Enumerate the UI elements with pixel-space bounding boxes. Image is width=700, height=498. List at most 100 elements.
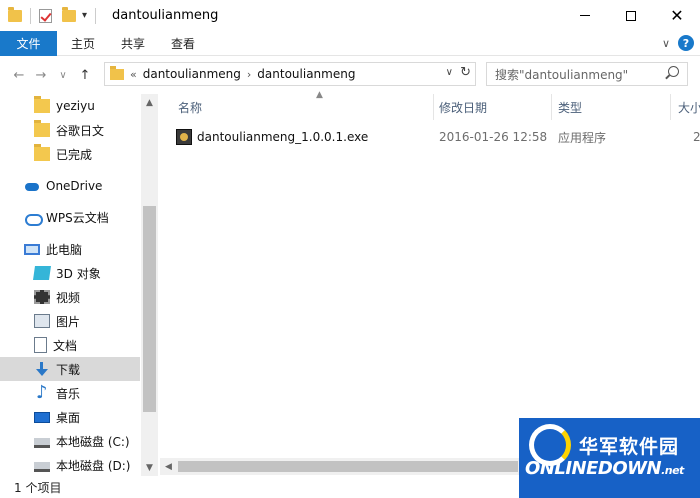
- breadcrumb-item[interactable]: dantoulianmeng: [143, 67, 241, 81]
- sidebar-item[interactable]: 图片: [0, 309, 140, 333]
- sidebar-item-label: 谷歌日文: [56, 123, 105, 138]
- title-bar: ▾ dantoulianmeng ✕: [0, 0, 700, 31]
- sidebar-item[interactable]: 此电脑: [0, 237, 140, 261]
- column-header-date[interactable]: 修改日期: [439, 94, 551, 120]
- disk-icon: [34, 461, 50, 472]
- scrollbar-thumb[interactable]: [178, 461, 518, 472]
- sidebar-item[interactable]: 谷歌日文: [0, 118, 140, 142]
- column-header-size[interactable]: 大小: [678, 94, 700, 120]
- 3d-objects-icon: [33, 266, 51, 280]
- column-header-label: 类型: [558, 100, 583, 115]
- address-bar[interactable]: « dantoulianmeng › dantoulianmeng ∨ ↻: [104, 62, 476, 86]
- folder-icon: [34, 120, 50, 137]
- application-icon: [176, 129, 192, 145]
- sidebar-item-label: OneDrive: [46, 179, 103, 193]
- breadcrumb-chevron-right-icon[interactable]: ›: [247, 68, 251, 81]
- address-history-chevron-down-icon[interactable]: ∨: [446, 67, 453, 78]
- navigation-pane: yeziyu 谷歌日文已完成 OneDrive WPS云文档 此电脑 3D 对象视频图片文…: [0, 94, 158, 476]
- up-arrow-icon[interactable]: ↑: [74, 68, 96, 83]
- file-type: 应用程序: [558, 130, 607, 145]
- scrollbar-thumb[interactable]: [143, 206, 156, 412]
- new-folder-icon[interactable]: [62, 6, 76, 22]
- logo-text: NLINEDOWN: [539, 458, 662, 479]
- sidebar-item-label: 下载: [56, 362, 81, 377]
- properties-icon[interactable]: [39, 8, 52, 23]
- column-divider[interactable]: [551, 94, 552, 120]
- logo-text: .net: [661, 464, 684, 477]
- folder-icon: [34, 144, 50, 161]
- expand-ribbon-chevron-down-icon[interactable]: ∨: [662, 37, 670, 50]
- file-size: 2: [693, 130, 700, 144]
- file-name: dantoulianmeng_1.0.0.1.exe: [197, 130, 369, 144]
- forward-arrow-icon[interactable]: →: [30, 68, 52, 83]
- sidebar-item-label: 本地磁盘 (C:): [56, 434, 130, 449]
- search-input[interactable]: 搜索"dantoulianmeng": [486, 62, 688, 86]
- close-button[interactable]: ✕: [654, 0, 700, 31]
- tab-home[interactable]: 主页: [57, 31, 108, 56]
- sidebar-item[interactable]: 音乐: [0, 381, 140, 405]
- help-icon[interactable]: ?: [678, 35, 694, 51]
- breadcrumb-item[interactable]: dantoulianmeng: [257, 67, 355, 81]
- sidebar-item[interactable]: 桌面: [0, 405, 140, 429]
- sidebar-item[interactable]: 视频: [0, 285, 140, 309]
- download-icon: [34, 362, 50, 376]
- pictures-icon: [34, 314, 50, 328]
- disk-icon: [34, 437, 50, 448]
- navigation-scrollbar[interactable]: ▲ ▼: [141, 94, 158, 476]
- sidebar-item[interactable]: 下载: [0, 357, 140, 381]
- sidebar-item-label: 图片: [56, 314, 81, 329]
- tab-file[interactable]: 文件: [0, 30, 57, 56]
- folder-icon[interactable]: [8, 6, 22, 22]
- file-date: 2016-01-26 12:58: [439, 130, 548, 144]
- minimize-icon: [580, 15, 590, 16]
- customize-toolbar-chevron-down-icon[interactable]: ▾: [82, 10, 87, 21]
- sidebar-item[interactable]: 已完成: [0, 142, 140, 166]
- sort-ascending-icon: ▲: [316, 90, 323, 100]
- column-header-name[interactable]: 名称 ▲: [178, 90, 433, 120]
- breadcrumb-overflow[interactable]: «: [130, 68, 137, 81]
- sidebar-item[interactable]: 本地磁盘 (D:): [0, 453, 140, 477]
- file-row[interactable]: dantoulianmeng_1.0.0.1.exe 2016-01-26 12…: [176, 126, 700, 148]
- folder-icon: [34, 96, 50, 113]
- column-divider[interactable]: [433, 94, 434, 120]
- sidebar-item-label: 文档: [53, 338, 78, 353]
- column-header-label: 名称: [178, 100, 203, 115]
- refresh-icon[interactable]: ↻: [460, 65, 471, 80]
- sidebar-item[interactable]: 文档: [0, 333, 140, 357]
- sidebar-item-label: 3D 对象: [56, 266, 101, 281]
- sidebar-item-label: yeziyu: [56, 99, 95, 113]
- navigation-bar: ← → ∨ ↑ « dantoulianmeng › dantoulianmen…: [0, 56, 700, 94]
- recent-locations-chevron-down-icon[interactable]: ∨: [52, 70, 74, 81]
- desktop-icon: [34, 411, 50, 423]
- scroll-left-arrow-icon[interactable]: ◀: [160, 458, 177, 475]
- logo-text: ONLINEDOWN.net: [525, 458, 684, 479]
- video-icon: [34, 290, 50, 304]
- sidebar-item[interactable]: WPS云文档: [0, 205, 140, 229]
- sidebar-item-label: 桌面: [56, 410, 81, 425]
- column-header-type[interactable]: 类型: [558, 94, 670, 120]
- column-divider[interactable]: [670, 94, 671, 120]
- maximize-button[interactable]: [608, 0, 654, 31]
- this-pc-icon: [24, 243, 40, 255]
- back-arrow-icon[interactable]: ←: [8, 68, 30, 83]
- sidebar-item[interactable]: 3D 对象: [0, 261, 140, 285]
- sidebar-item[interactable]: yeziyu: [0, 94, 140, 118]
- tab-share[interactable]: 共享: [108, 31, 158, 56]
- tab-view[interactable]: 查看: [158, 31, 208, 56]
- wps-cloud-icon: [24, 210, 43, 226]
- sidebar-item[interactable]: 本地磁盘 (C:): [0, 429, 140, 453]
- sidebar-item[interactable]: OneDrive: [0, 174, 140, 198]
- minimize-button[interactable]: [562, 0, 608, 31]
- item-count: 1 个项目: [14, 480, 62, 495]
- sidebar-item-label: 视频: [56, 290, 81, 305]
- sidebar-item-label: 本地磁盘 (D:): [56, 458, 131, 473]
- window-title: dantoulianmeng: [112, 8, 219, 23]
- ribbon-tabs: 文件 主页 共享 查看 ∨ ?: [0, 30, 700, 56]
- documents-icon: [34, 337, 47, 353]
- scroll-down-arrow-icon[interactable]: ▼: [141, 459, 158, 476]
- search-placeholder: 搜索"dantoulianmeng": [495, 67, 629, 82]
- maximize-icon: [626, 10, 636, 21]
- column-header-label: 修改日期: [439, 100, 488, 115]
- scroll-up-arrow-icon[interactable]: ▲: [141, 94, 158, 111]
- quick-access-toolbar: ▾: [0, 0, 100, 31]
